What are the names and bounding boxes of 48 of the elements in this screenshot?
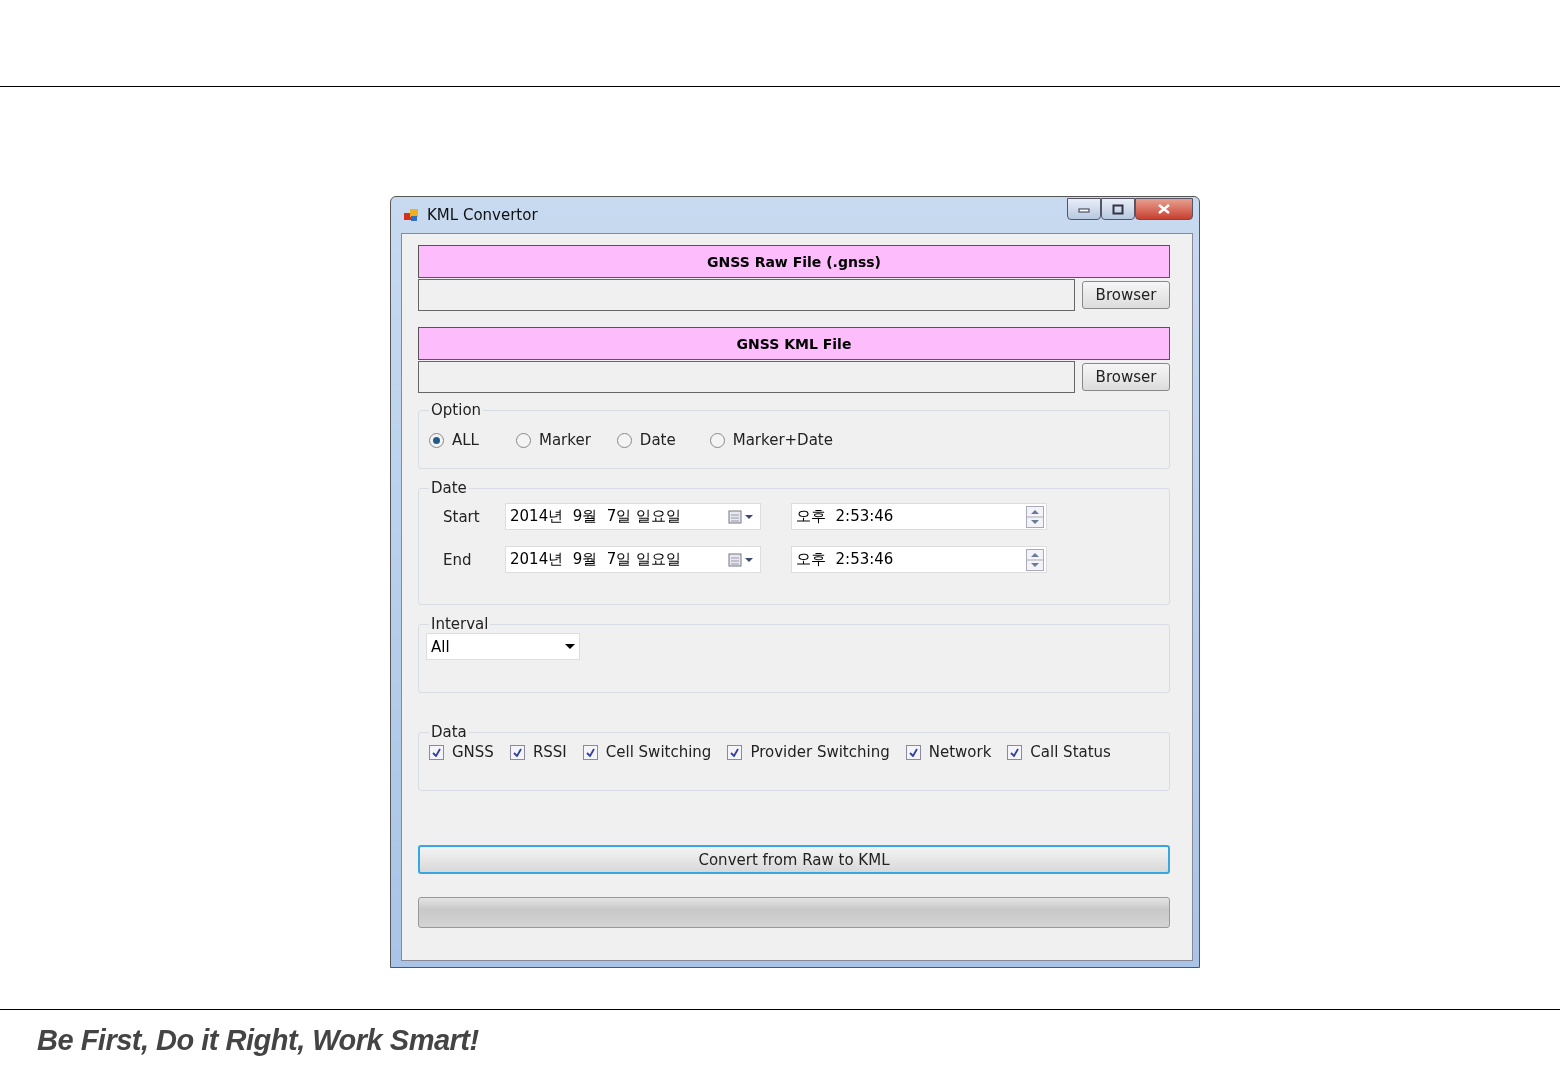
radio-option[interactable]: Marker [516,431,591,449]
date-picker[interactable]: 2014년 9월 7일 일요일 [505,546,761,573]
file-section-header: GNSS Raw File (.gnss) [418,245,1170,278]
app-icon [403,207,419,223]
convert-button[interactable]: Convert from Raw to KML [418,845,1170,874]
interval-dropdown[interactable]: All [426,633,580,660]
file-path-field[interactable] [418,279,1075,311]
date-row-label: End [442,550,473,569]
maximize-icon [1112,203,1124,215]
minimize-icon [1078,205,1090,213]
date-row-label: Start [442,507,481,526]
browse-button[interactable]: Browser [1082,363,1170,391]
radio-option[interactable]: Date [616,431,676,449]
file-section-header: GNSS KML File [418,327,1170,360]
time-picker[interactable]: 오후 2:53:46 [791,546,1047,573]
data-checkbox[interactable]: GNSS [429,743,494,761]
group-title: Date [430,479,468,497]
close-icon [1158,204,1170,214]
checkmark-icon [432,747,441,757]
checkmark-icon [585,747,595,757]
date-picker[interactable]: 2014년 9월 7일 일요일 [505,503,761,530]
slide-tagline: Be First, Do it Right, Work Smart! [37,1024,480,1057]
calendar-dropdown-icon[interactable] [728,508,756,525]
calendar-dropdown-icon[interactable] [728,551,756,568]
minimize-button[interactable] [1067,198,1101,220]
window-title: KML Convertor [427,206,539,224]
checkmark-icon [908,747,918,757]
radio-option[interactable]: ALL [429,431,479,449]
close-button[interactable] [1135,198,1193,220]
browse-button[interactable]: Browser [1082,281,1170,309]
spinner-arrows-icon[interactable] [1026,548,1044,571]
dropdown-arrow-icon [565,643,575,650]
maximize-button[interactable] [1101,198,1135,220]
data-checkbox[interactable]: Call Status [1007,743,1111,761]
data-checkbox[interactable]: Provider Switching [727,743,890,761]
data-checkbox[interactable]: Cell Switching [582,743,712,761]
checkmark-icon [730,747,740,757]
group-title: Interval [430,615,490,633]
group-title: Option [430,401,483,419]
group-title: Data [430,723,468,741]
checkmark-icon [512,747,522,757]
spinner-arrows-icon[interactable] [1026,505,1044,528]
file-path-field[interactable] [418,361,1075,393]
radio-option[interactable]: Marker+Date [709,431,833,449]
data-checkbox[interactable]: Network [905,743,992,761]
time-picker[interactable]: 오후 2:53:46 [791,503,1047,530]
checkmark-icon [1010,747,1020,757]
data-checkbox[interactable]: RSSI [509,743,567,761]
